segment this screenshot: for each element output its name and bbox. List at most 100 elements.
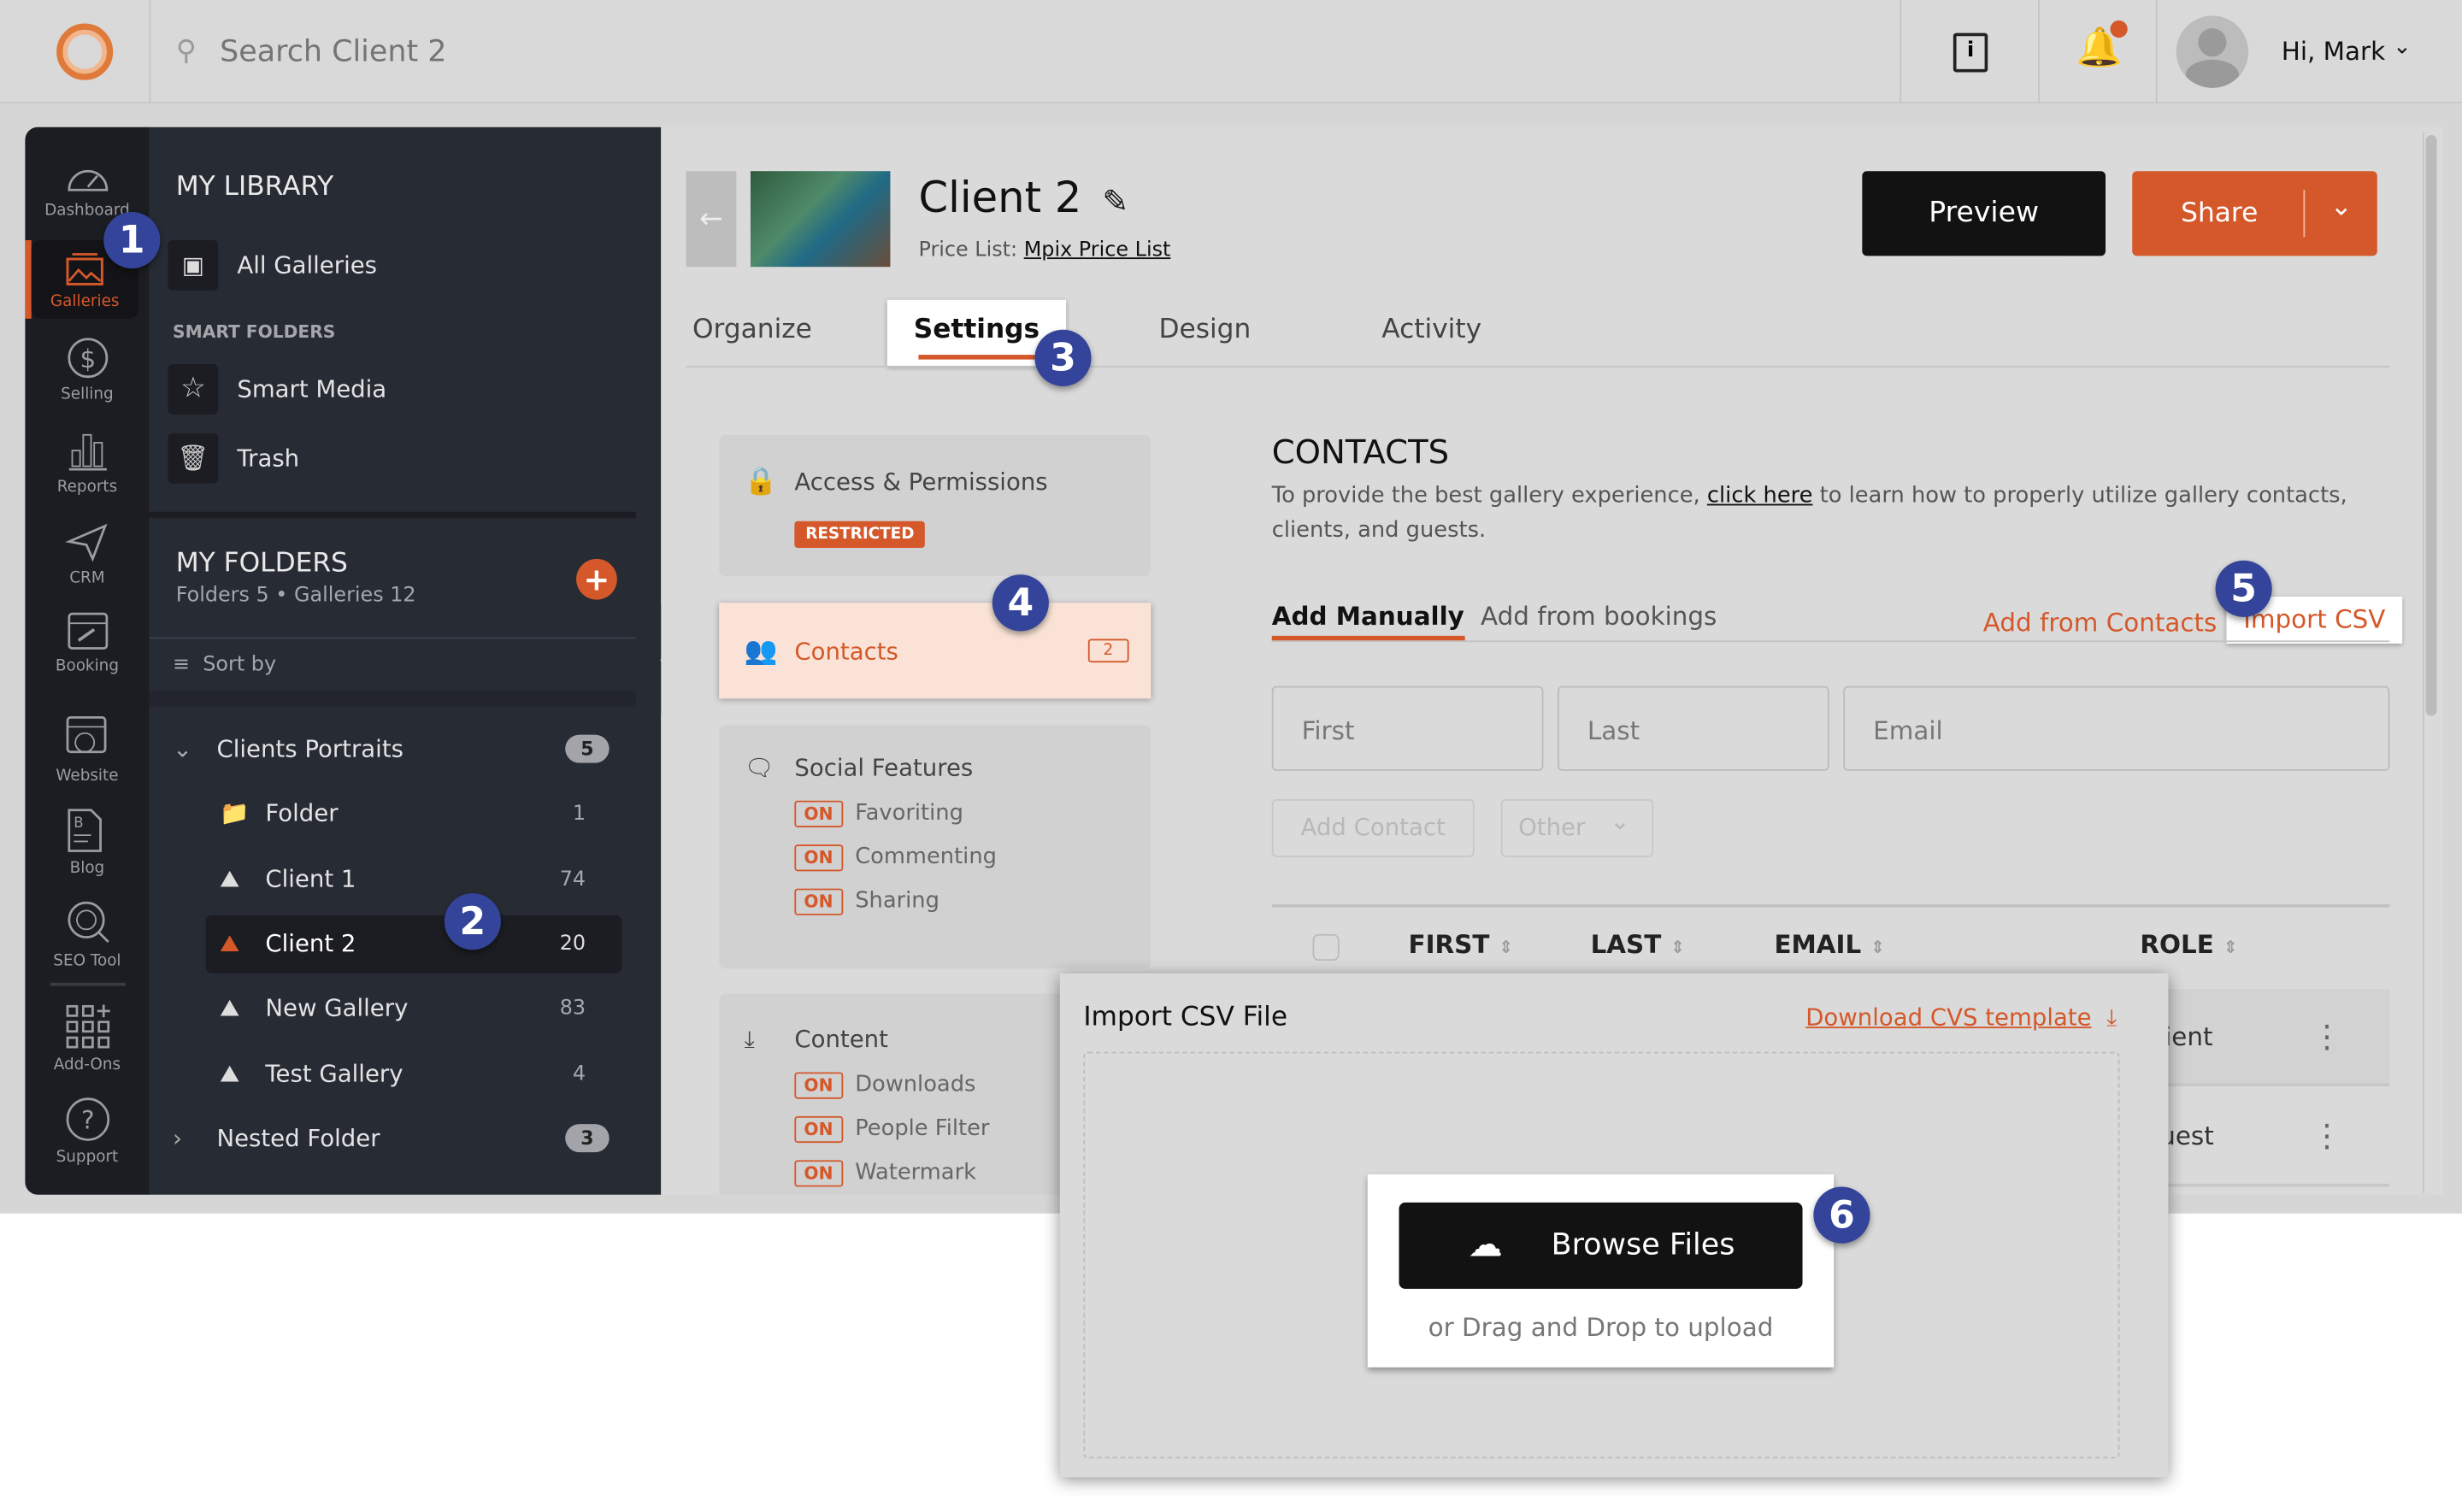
price-list-link[interactable]: Mpix Price List <box>1024 238 1171 262</box>
tab-organize[interactable]: Organize <box>692 314 812 345</box>
import-csv-modal: Import CSV File Download CVS template ⤓ … <box>1059 973 2169 1478</box>
rail-seo[interactable]: SEO Tool <box>25 897 149 970</box>
greeting[interactable]: Hi, Mark <box>2282 36 2385 66</box>
col-email[interactable]: EMAIL ⇕ <box>1774 929 1885 959</box>
help-link[interactable]: click here <box>1707 484 1813 509</box>
on-badge: ON <box>794 1115 843 1143</box>
scrollbar[interactable] <box>2423 132 2438 1193</box>
setting-commenting[interactable]: ON Commenting <box>719 835 1151 879</box>
share-label: Share <box>2181 197 2259 230</box>
chevron-down-icon[interactable]: ⌄ <box>2393 34 2412 59</box>
on-badge: ON <box>794 799 843 827</box>
download-template-link[interactable]: Download CVS template ⤓ <box>1805 1003 2117 1032</box>
gauge-icon <box>67 169 108 191</box>
setting-sharing[interactable]: ON Sharing <box>719 880 1151 923</box>
label: Trash <box>237 444 300 473</box>
edit-pencil-icon[interactable]: ✎ <box>1102 182 1128 220</box>
email-input[interactable]: Email <box>1843 685 2390 771</box>
more-vertical-icon[interactable]: ⋮ <box>2312 1116 2343 1154</box>
settings-social[interactable]: 🗨 Social Features ON Favoriting ON Commenti… <box>719 725 1151 969</box>
search-input[interactable] <box>220 28 848 76</box>
trash-item[interactable]: 🗑 Trash <box>168 428 617 488</box>
download-icon: ⤓ <box>2099 1003 2117 1032</box>
contacts-description: To provide the best gallery experience, … <box>1272 479 2355 548</box>
label: LAST <box>1590 929 1662 960</box>
add-from-contacts-link[interactable]: Add from Contacts <box>1983 608 2218 638</box>
dollar-icon: $ <box>67 338 108 379</box>
label: Download CVS template <box>1805 1003 2092 1032</box>
col-last[interactable]: LAST ⇕ <box>1591 929 1686 959</box>
tab-add-from-bookings[interactable]: Add from bookings <box>1481 601 1717 631</box>
smart-media-item[interactable]: ☆ Smart Media <box>168 360 617 420</box>
sort-icon: ⇕ <box>1670 937 1686 958</box>
rail-blog[interactable]: B Blog <box>25 807 149 878</box>
rail-website[interactable]: Website <box>25 715 149 785</box>
logo-ring[interactable] <box>56 23 114 80</box>
on-badge: ON <box>794 1159 843 1186</box>
tab-design[interactable]: Design <box>1158 314 1251 345</box>
add-contact-button[interactable]: Add Contact <box>1271 798 1475 857</box>
add-folder-button[interactable]: + <box>576 558 617 600</box>
chevron-down-icon[interactable]: ⌄ <box>2330 165 2353 250</box>
gallery-cover-thumbnail <box>750 171 891 268</box>
rail-booking[interactable]: Booking <box>25 608 149 675</box>
tree-folder[interactable]: 📁 Folder 1 <box>220 784 610 844</box>
folder-clients-portraits[interactable]: ⌄ Clients Portraits 5 <box>173 719 621 779</box>
rail-addons[interactable]: Add-Ons <box>25 1003 149 1074</box>
tree-client-2[interactable]: ⛰ Client 2 20 <box>220 914 610 974</box>
setting-favoriting[interactable]: ON Favoriting <box>719 791 1151 835</box>
tree-client-1[interactable]: ⛰ Client 1 74 <box>220 850 610 909</box>
on-badge: ON <box>794 887 843 915</box>
desc-text: To provide the best gallery experience, <box>1271 483 1707 509</box>
share-button[interactable]: Share ⌄ <box>2132 171 2377 256</box>
sort-by-button[interactable]: ≡ Sort by <box>173 653 276 677</box>
avatar[interactable] <box>2176 15 2249 88</box>
all-galleries-item[interactable]: ▣ All Galleries <box>168 236 617 296</box>
label: Smart Media <box>237 374 387 404</box>
count: 20 <box>559 932 586 956</box>
rail-selling[interactable]: $ Selling <box>25 336 149 403</box>
rail-crm[interactable]: CRM <box>25 520 149 587</box>
count: 74 <box>559 867 586 891</box>
callout-3: 3 <box>1034 329 1092 386</box>
chevron-right-icon: › <box>173 1124 183 1153</box>
tree-new-gallery[interactable]: ⛰ New Gallery 83 <box>220 978 610 1038</box>
tree-test-gallery[interactable]: ⛰ Test Gallery 4 <box>220 1044 610 1103</box>
more-vertical-icon[interactable]: ⋮ <box>2312 1017 2343 1055</box>
settings-access[interactable]: 🔒 Access & Permissions RESTRICTED <box>719 434 1151 577</box>
first-name-input[interactable]: First <box>1271 685 1544 771</box>
col-first[interactable]: FIRST ⇕ <box>1409 929 1514 959</box>
grid-plus-icon <box>65 1004 109 1049</box>
col-role[interactable]: ROLE ⇕ <box>2140 929 2237 959</box>
tab-add-manually[interactable]: Add Manually <box>1271 601 1464 641</box>
chat-icon: 🗨 <box>744 753 775 782</box>
trash-icon: 🗑 <box>168 432 219 484</box>
tab-activity[interactable]: Activity <box>1381 314 1481 345</box>
image-icon: ⛰ <box>220 1059 240 1088</box>
calendar-icon <box>67 612 108 650</box>
sort-icon: ⇕ <box>1870 937 1886 958</box>
role-select[interactable]: Other ⌄ <box>1500 798 1654 857</box>
rail-dashboard[interactable]: Dashboard <box>25 156 149 220</box>
preview-button[interactable]: Preview <box>1862 171 2106 256</box>
settings-contacts[interactable]: 👥 Contacts 2 <box>719 603 1151 699</box>
label: Commenting <box>855 844 997 870</box>
tab-label: Settings <box>913 314 1040 346</box>
rail-label: Support <box>56 1149 119 1167</box>
last-name-input[interactable]: Last <box>1558 685 1829 771</box>
back-button[interactable]: ← <box>686 171 737 268</box>
browse-files-button[interactable]: ☁ Browse Files <box>1399 1202 1803 1289</box>
label: Sharing <box>855 888 939 914</box>
callout-2: 2 <box>444 893 501 950</box>
select-all-checkbox[interactable] <box>1312 933 1340 962</box>
label: Watermark <box>855 1160 977 1185</box>
folder-nested[interactable]: › Nested Folder 3 <box>173 1109 621 1168</box>
rail-support[interactable]: ? Support <box>25 1096 149 1167</box>
rail-label: Website <box>56 768 119 785</box>
folder-icon: 📁 <box>220 798 250 827</box>
icon-rail: Dashboard Galleries $ Selling Reports CRM… <box>25 126 150 1195</box>
guide-book-icon[interactable]: i <box>1953 32 1988 73</box>
drag-drop-hint: or Drag and Drop to upload <box>1428 1312 1774 1343</box>
rail-reports[interactable]: Reports <box>25 428 149 496</box>
label: Other <box>1518 813 1586 842</box>
